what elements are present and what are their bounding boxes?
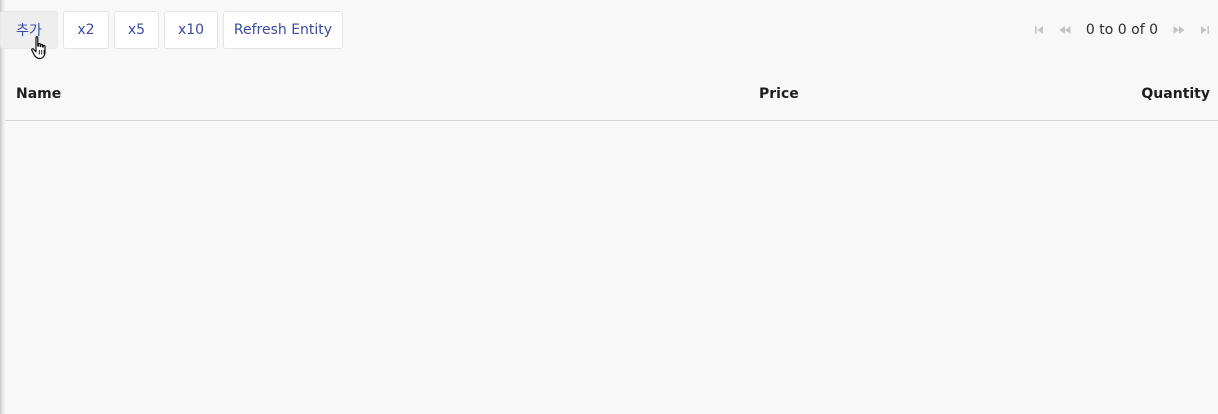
data-grid: Name Price Quantity (5, 70, 1218, 413)
column-header-price[interactable]: Price (759, 70, 799, 118)
last-page-icon[interactable] (1192, 17, 1218, 43)
x5-button[interactable]: x5 (114, 11, 159, 49)
grid-header: Name Price Quantity (5, 70, 1218, 121)
pagination: 0 to 0 of 0 (1026, 11, 1218, 49)
refresh-entity-button[interactable]: Refresh Entity (223, 11, 343, 49)
column-header-name[interactable]: Name (16, 70, 61, 118)
grid-body (5, 121, 1218, 413)
next-page-icon[interactable] (1166, 17, 1192, 43)
toolbar: 추가 x2 x5 x10 Refresh Entity (0, 11, 343, 49)
add-button[interactable]: 추가 (0, 11, 58, 49)
x2-button[interactable]: x2 (63, 11, 109, 49)
pagination-summary: 0 to 0 of 0 (1085, 22, 1158, 38)
column-header-quantity[interactable]: Quantity (1141, 70, 1210, 118)
first-page-icon[interactable] (1026, 17, 1052, 43)
previous-page-icon[interactable] (1052, 17, 1078, 43)
x10-button[interactable]: x10 (164, 11, 218, 49)
